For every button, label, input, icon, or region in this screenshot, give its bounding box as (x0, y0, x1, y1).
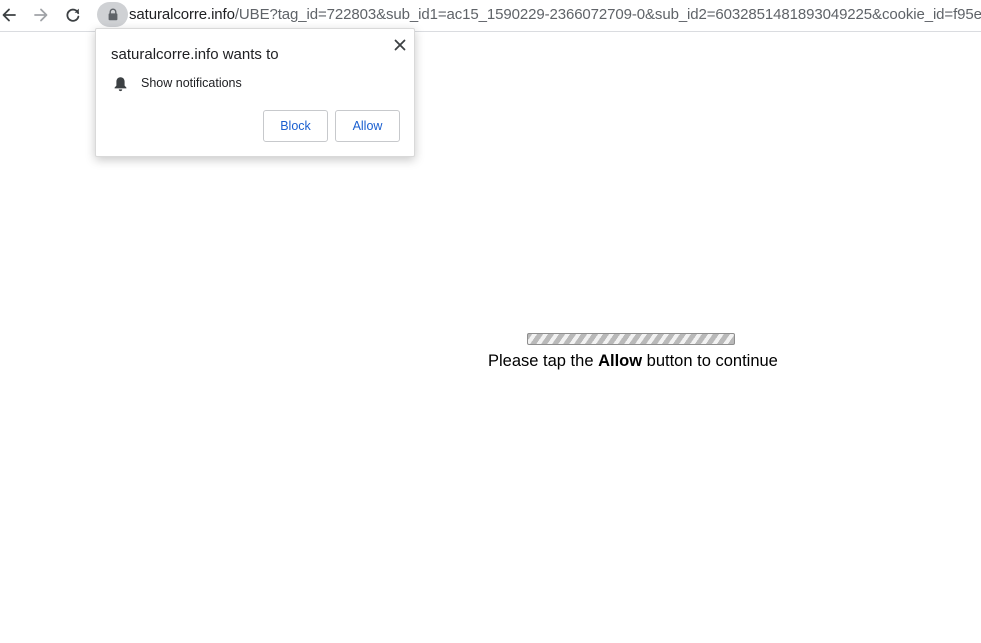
close-icon (394, 39, 406, 51)
notification-permission-popup: saturalcorre.info wants to Show notifica… (95, 28, 415, 157)
bell-icon (114, 77, 127, 92)
message-prefix: Please tap the (488, 352, 599, 370)
forward-button[interactable] (29, 4, 53, 26)
allow-button[interactable]: Allow (335, 110, 400, 142)
block-button[interactable]: Block (263, 110, 328, 142)
progress-bar-fill (528, 334, 734, 344)
arrow-right-icon (34, 8, 48, 22)
progress-bar (527, 333, 735, 345)
site-info-button[interactable] (97, 2, 128, 27)
url-path: /UBE?tag_id=722803&sub_id1=ac15_1590229-… (234, 6, 981, 23)
instruction-message: Please tap the Allow button to continue (488, 352, 778, 371)
message-suffix: button to continue (642, 352, 778, 370)
url-host: saturalcorre.info (129, 6, 235, 23)
message-emphasis: Allow (598, 352, 643, 370)
back-button[interactable] (0, 4, 21, 26)
reload-button[interactable] (61, 4, 85, 26)
popup-close-button[interactable] (392, 37, 408, 53)
arrow-left-icon (2, 8, 16, 22)
address-bar[interactable]: saturalcorre.info/UBE?tag_id=722803&sub_… (129, 6, 981, 23)
popup-title: saturalcorre.info wants to (111, 46, 279, 63)
reload-icon (66, 8, 80, 22)
permission-label: Show notifications (141, 76, 242, 90)
lock-icon (108, 8, 117, 21)
